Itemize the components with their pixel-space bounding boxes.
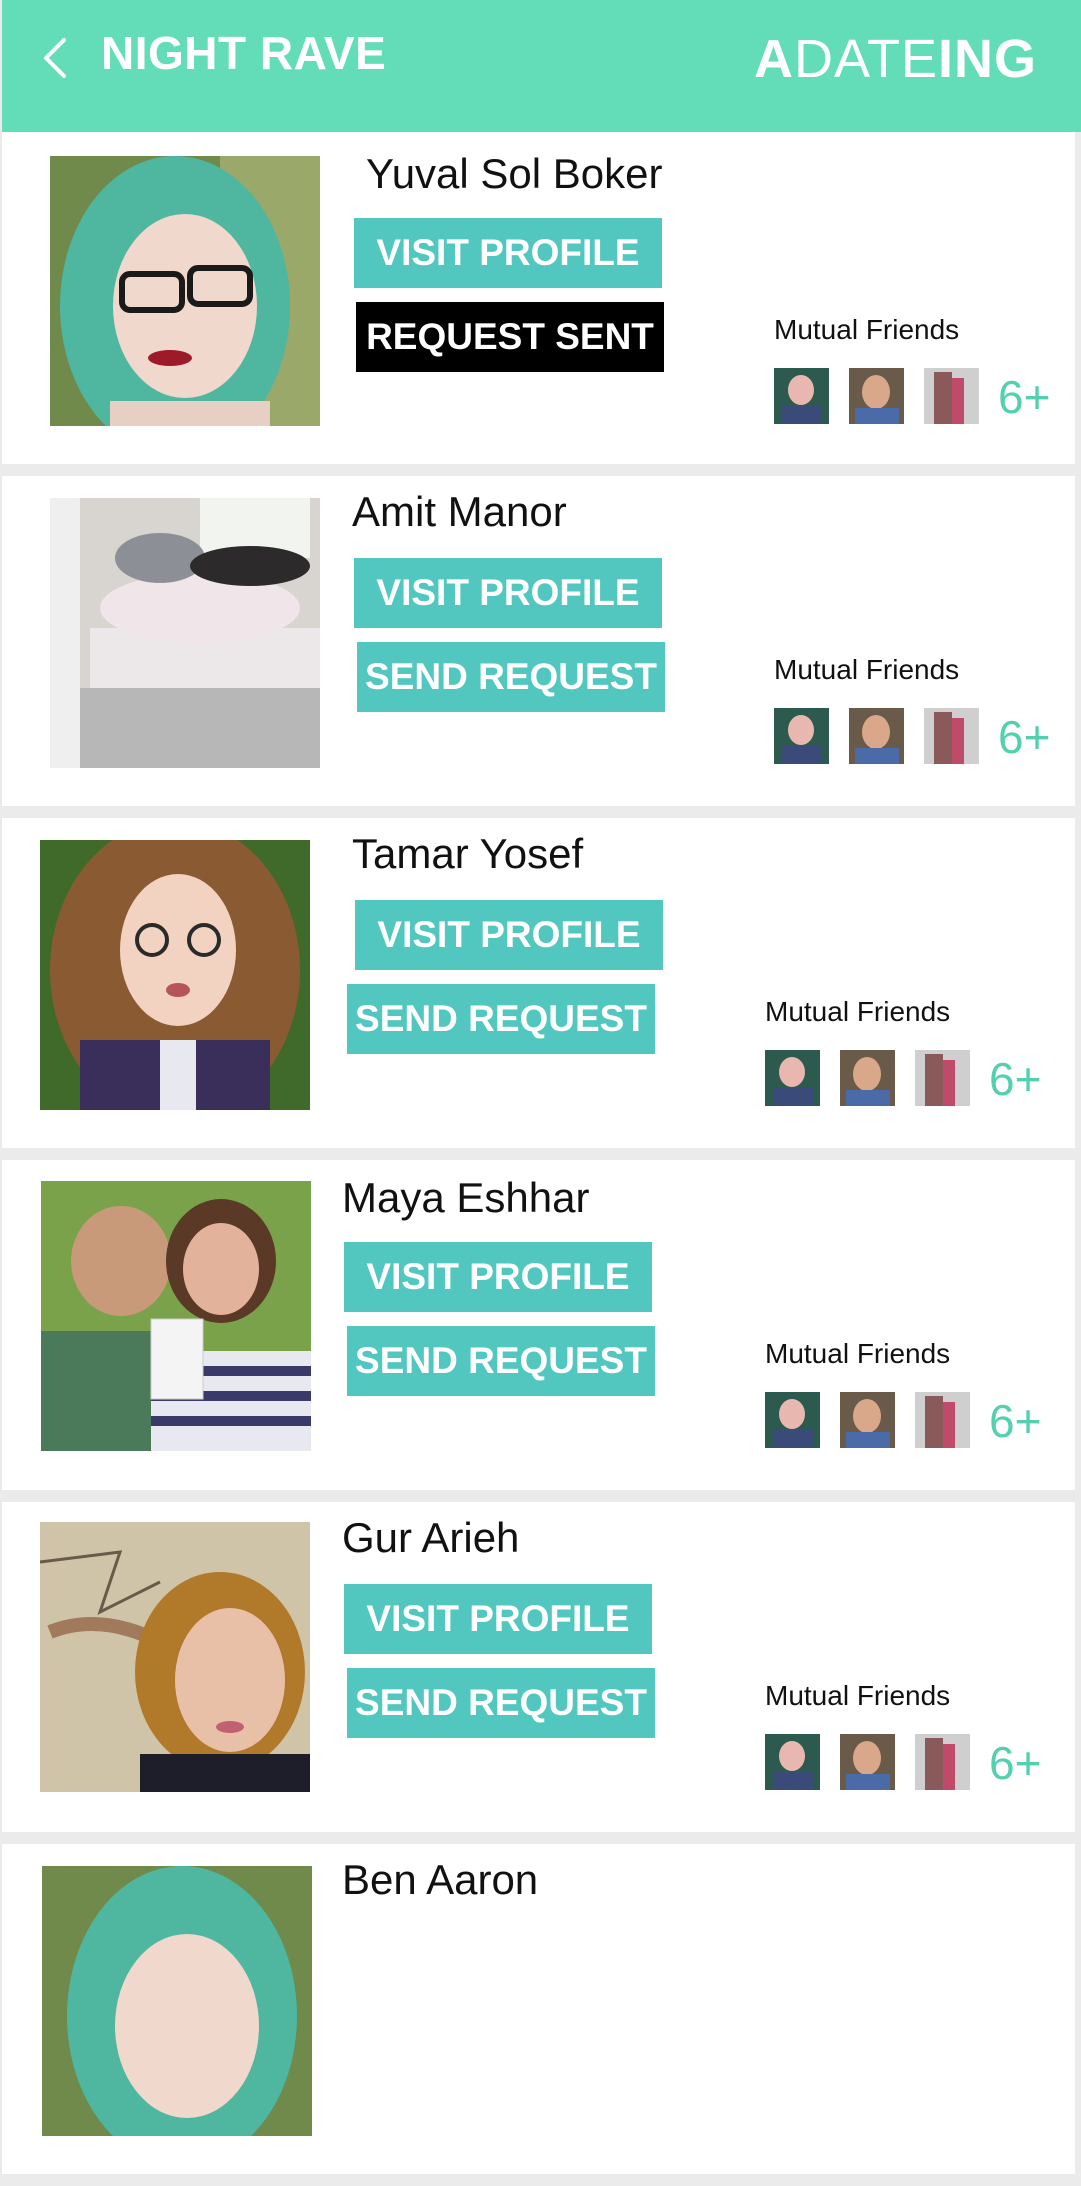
- visit-profile-button[interactable]: VISIT PROFILE: [355, 900, 663, 970]
- person-name: Tamar Yosef: [352, 830, 584, 877]
- request-sent-button[interactable]: REQUEST SENT: [356, 302, 664, 372]
- mutual-friends-label: Mutual Friends: [774, 314, 960, 345]
- mutual-friend-avatar: [924, 708, 979, 764]
- list-item: Maya Eshhar VISIT PROFILE SEND REQUEST M…: [2, 1160, 1075, 1490]
- mutual-friends-count: 6+: [989, 1053, 1042, 1105]
- avatar[interactable]: [42, 1866, 312, 2136]
- mutual-friends-label: Mutual Friends: [774, 654, 960, 685]
- mutual-friend-avatar: [915, 1050, 970, 1106]
- visit-profile-button[interactable]: VISIT PROFILE: [344, 1584, 652, 1654]
- mutual-friends-count: 6+: [989, 1395, 1042, 1447]
- visit-profile-button[interactable]: VISIT PROFILE: [344, 1242, 652, 1312]
- list-item: Tamar Yosef VISIT PROFILE SEND REQUEST M…: [2, 818, 1075, 1148]
- send-request-button[interactable]: SEND REQUEST: [347, 984, 655, 1054]
- avatar[interactable]: [50, 498, 320, 768]
- page-title: NIGHT RAVE: [101, 27, 387, 79]
- avatar[interactable]: [40, 840, 310, 1110]
- avatar[interactable]: [40, 1522, 310, 1792]
- mutual-friend-avatar: [774, 708, 829, 764]
- mutual-friends-count: 6+: [998, 371, 1051, 423]
- mutual-friends-count: 6+: [989, 1737, 1042, 1789]
- mutual-friend-avatar: [840, 1050, 895, 1106]
- visit-profile-button[interactable]: VISIT PROFILE: [354, 218, 662, 288]
- mutual-friends-label: Mutual Friends: [765, 996, 951, 1027]
- list-item: Ben Aaron: [2, 1844, 1075, 2174]
- person-name: Amit Manor: [352, 488, 567, 535]
- person-name: Maya Eshhar: [342, 1174, 590, 1221]
- mutual-friends-label: Mutual Friends: [765, 1680, 951, 1711]
- chevron-left-icon[interactable]: [38, 36, 74, 80]
- mutual-friend-avatar: [774, 368, 829, 424]
- person-name: Ben Aaron: [342, 1856, 539, 1903]
- send-request-button[interactable]: SEND REQUEST: [347, 1668, 655, 1738]
- mutual-friend-avatar: [840, 1392, 895, 1448]
- avatar[interactable]: [50, 156, 320, 426]
- people-list: Yuval Sol Boker VISIT PROFILE REQUEST SE…: [0, 132, 1081, 2186]
- person-name: Yuval Sol Boker: [366, 150, 663, 197]
- mutual-friend-avatar: [849, 368, 904, 424]
- list-item: Yuval Sol Boker VISIT PROFILE REQUEST SE…: [2, 132, 1075, 464]
- avatar[interactable]: [41, 1181, 311, 1451]
- send-request-button[interactable]: SEND REQUEST: [347, 1326, 655, 1396]
- mutual-friend-avatar: [915, 1392, 970, 1448]
- send-request-button[interactable]: SEND REQUEST: [357, 642, 665, 712]
- mutual-friend-avatar: [765, 1734, 820, 1790]
- list-item: Gur Arieh VISIT PROFILE SEND REQUEST Mut…: [2, 1502, 1075, 1832]
- list-item: Amit Manor VISIT PROFILE SEND REQUEST Mu…: [2, 476, 1075, 806]
- mutual-friend-avatar: [915, 1734, 970, 1790]
- mutual-friends-count: 6+: [998, 711, 1051, 763]
- mutual-friends-label: Mutual Friends: [765, 1338, 951, 1369]
- mutual-friend-avatar: [924, 368, 979, 424]
- mutual-friend-avatar: [765, 1392, 820, 1448]
- person-name: Gur Arieh: [342, 1514, 520, 1561]
- mutual-friend-avatar: [765, 1050, 820, 1106]
- app-header: NIGHT RAVE ADATEING: [2, 0, 1081, 132]
- mutual-friend-avatar: [840, 1734, 895, 1790]
- visit-profile-button[interactable]: VISIT PROFILE: [354, 558, 662, 628]
- brand-logo: ADATEING: [753, 29, 1037, 89]
- mutual-friend-avatar: [849, 708, 904, 764]
